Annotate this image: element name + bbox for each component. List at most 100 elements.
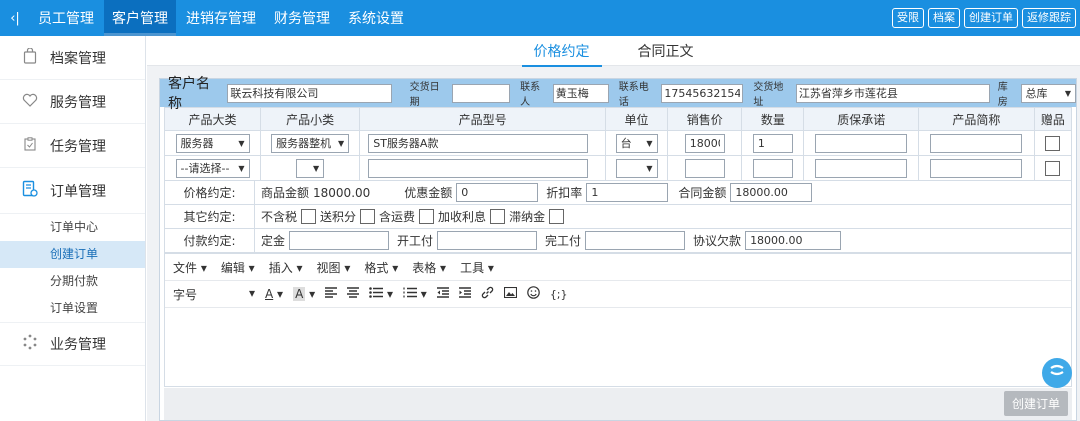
price-row: 价格约定: 商品金额 18000.00 优惠金额 折扣率 合同金额 — [164, 180, 1072, 205]
header-model: 产品型号 — [359, 107, 607, 131]
menu-table[interactable]: 表格 ▾ — [412, 259, 446, 276]
numbered-list-icon[interactable]: ▾ — [403, 287, 427, 301]
caret-down-icon: ▾ — [248, 285, 255, 300]
sidebar-item-task[interactable]: 任务管理 — [0, 124, 145, 168]
bullet-list-icon[interactable]: ▾ — [369, 287, 393, 301]
model-input[interactable] — [368, 158, 589, 178]
nav-inventory[interactable]: 进销存管理 — [178, 0, 264, 36]
warranty-input[interactable] — [815, 133, 908, 153]
align-center-icon[interactable] — [347, 287, 360, 301]
sidebar-item-business[interactable]: 业务管理 — [0, 322, 145, 366]
highlight-color-icon[interactable]: A ▾ — [293, 287, 315, 301]
unit-select[interactable]: ▼ — [615, 159, 658, 179]
menu-format[interactable]: 格式 ▾ — [364, 259, 398, 276]
menu-file[interactable]: 文件 ▾ — [173, 259, 207, 276]
address-label: 交货地址 — [753, 82, 784, 108]
heart-icon — [20, 93, 40, 111]
create-order-top-button[interactable]: 创建订单 — [964, 8, 1018, 28]
gift-checkbox[interactable] — [1045, 160, 1061, 176]
menu-view[interactable]: 视图 ▾ — [317, 259, 351, 276]
indent-icon[interactable] — [458, 287, 471, 301]
header-gift: 赠品 — [1033, 107, 1073, 131]
interest-checkbox[interactable] — [490, 209, 506, 224]
warranty-input[interactable] — [815, 158, 908, 178]
menu-tools[interactable]: 工具 ▾ — [460, 259, 494, 276]
table-row: 服务器▼ 服务器整机▼ 台▼ — [163, 130, 1073, 156]
subitem-create-order[interactable]: 创建订单 — [0, 241, 145, 268]
price-input[interactable] — [684, 133, 725, 153]
address-input[interactable] — [795, 83, 990, 103]
short-name-input[interactable] — [930, 133, 1023, 153]
price-input[interactable] — [684, 158, 725, 178]
subcategory-select[interactable]: 服务器整机 ▼ — [271, 133, 350, 153]
shipping-checkbox[interactable] — [419, 209, 435, 224]
cell-qty — [741, 130, 805, 156]
create-order-button[interactable]: 创建订单 — [1003, 391, 1068, 416]
image-icon[interactable] — [503, 286, 517, 301]
warehouse-select[interactable]: 总库 ▼ — [1020, 83, 1076, 103]
sidebar-item-order[interactable]: 订单管理 — [0, 168, 145, 214]
header-qty: 数量 — [741, 107, 805, 131]
subitem-order-center[interactable]: 订单中心 — [0, 214, 145, 241]
gift-checkbox[interactable] — [1045, 135, 1061, 151]
category-select[interactable]: --请选择-- ▼ — [175, 158, 250, 178]
option-interest-label: 加收利息 — [438, 210, 487, 224]
nav-employee[interactable]: 员工管理 — [30, 0, 102, 36]
nav-finance[interactable]: 财务管理 — [266, 0, 338, 36]
tab-contract-text[interactable]: 合同正文 — [626, 35, 706, 67]
sidebar-item-label: 业务管理 — [50, 337, 106, 353]
menu-edit[interactable]: 编辑 ▾ — [221, 259, 255, 276]
contact-input[interactable] — [552, 83, 609, 103]
nav-customer[interactable]: 客户管理 — [104, 0, 176, 36]
qty-input[interactable] — [752, 133, 793, 153]
option-points-label: 送积分 — [320, 210, 357, 224]
finish-pay-input[interactable] — [585, 231, 686, 250]
sidebar: 档案管理 服务管理 任务管理 订单管理 订单中心 创建订单 分期付款 订单设置 … — [0, 36, 146, 421]
subitem-order-settings[interactable]: 订单设置 — [0, 295, 145, 322]
points-checkbox[interactable] — [360, 209, 376, 224]
qty-input[interactable] — [752, 158, 793, 178]
contract-amount-label: 合同金额 — [678, 186, 727, 200]
code-icon[interactable]: {;} — [550, 288, 568, 301]
rate-input[interactable] — [586, 183, 669, 202]
category-select[interactable]: 服务器 ▼ — [175, 133, 250, 153]
discount-input[interactable] — [456, 183, 539, 202]
delivery-date-input[interactable] — [452, 83, 511, 103]
float-assistant-icon[interactable] — [1042, 358, 1072, 388]
menu-insert[interactable]: 插入 ▾ — [269, 259, 303, 276]
subitem-installment[interactable]: 分期付款 — [0, 268, 145, 295]
cell-price — [667, 155, 743, 181]
outdent-icon[interactable] — [436, 287, 449, 301]
tab-bar: 价格约定 合同正文 — [147, 35, 1080, 67]
cell-model — [359, 155, 607, 181]
sidebar-item-service[interactable]: 服务管理 — [0, 80, 145, 124]
contract-amount-input[interactable] — [730, 183, 813, 202]
model-input[interactable] — [368, 133, 589, 153]
subcategory-select[interactable]: ▼ — [296, 159, 325, 179]
sidebar-item-archive[interactable]: 档案管理 — [0, 36, 145, 80]
nav-settings[interactable]: 系统设置 — [340, 0, 412, 36]
archive-button[interactable]: 档案 — [928, 8, 960, 28]
contact-label: 联系人 — [520, 82, 541, 108]
cell-gift — [1033, 155, 1073, 181]
phone-input[interactable] — [661, 83, 744, 103]
collapse-sidebar-icon[interactable]: ‹| — [0, 11, 30, 26]
align-left-icon[interactable] — [325, 287, 338, 301]
start-pay-input[interactable] — [437, 231, 538, 250]
owed-input[interactable] — [745, 231, 842, 250]
tab-price-agreement[interactable]: 价格约定 — [521, 35, 602, 67]
unit-select[interactable]: 台 ▼ — [615, 133, 658, 153]
deposit-input[interactable] — [289, 231, 390, 250]
sidebar-item-label: 档案管理 — [50, 50, 106, 67]
no-tax-checkbox[interactable] — [301, 209, 317, 224]
bottom-bar: 创建订单 — [164, 388, 1072, 420]
short-name-input[interactable] — [930, 158, 1023, 178]
link-icon[interactable] — [481, 286, 494, 302]
repair-tracking-button[interactable]: 返修跟踪 — [1022, 8, 1076, 28]
text-color-icon[interactable]: A ▾ — [265, 287, 283, 301]
font-size-select[interactable]: 字号 ▾ — [173, 286, 255, 303]
customer-name-input[interactable] — [227, 83, 392, 103]
emoji-icon[interactable] — [527, 286, 540, 302]
late-fee-checkbox[interactable] — [549, 209, 565, 224]
restricted-button[interactable]: 受限 — [892, 8, 924, 28]
